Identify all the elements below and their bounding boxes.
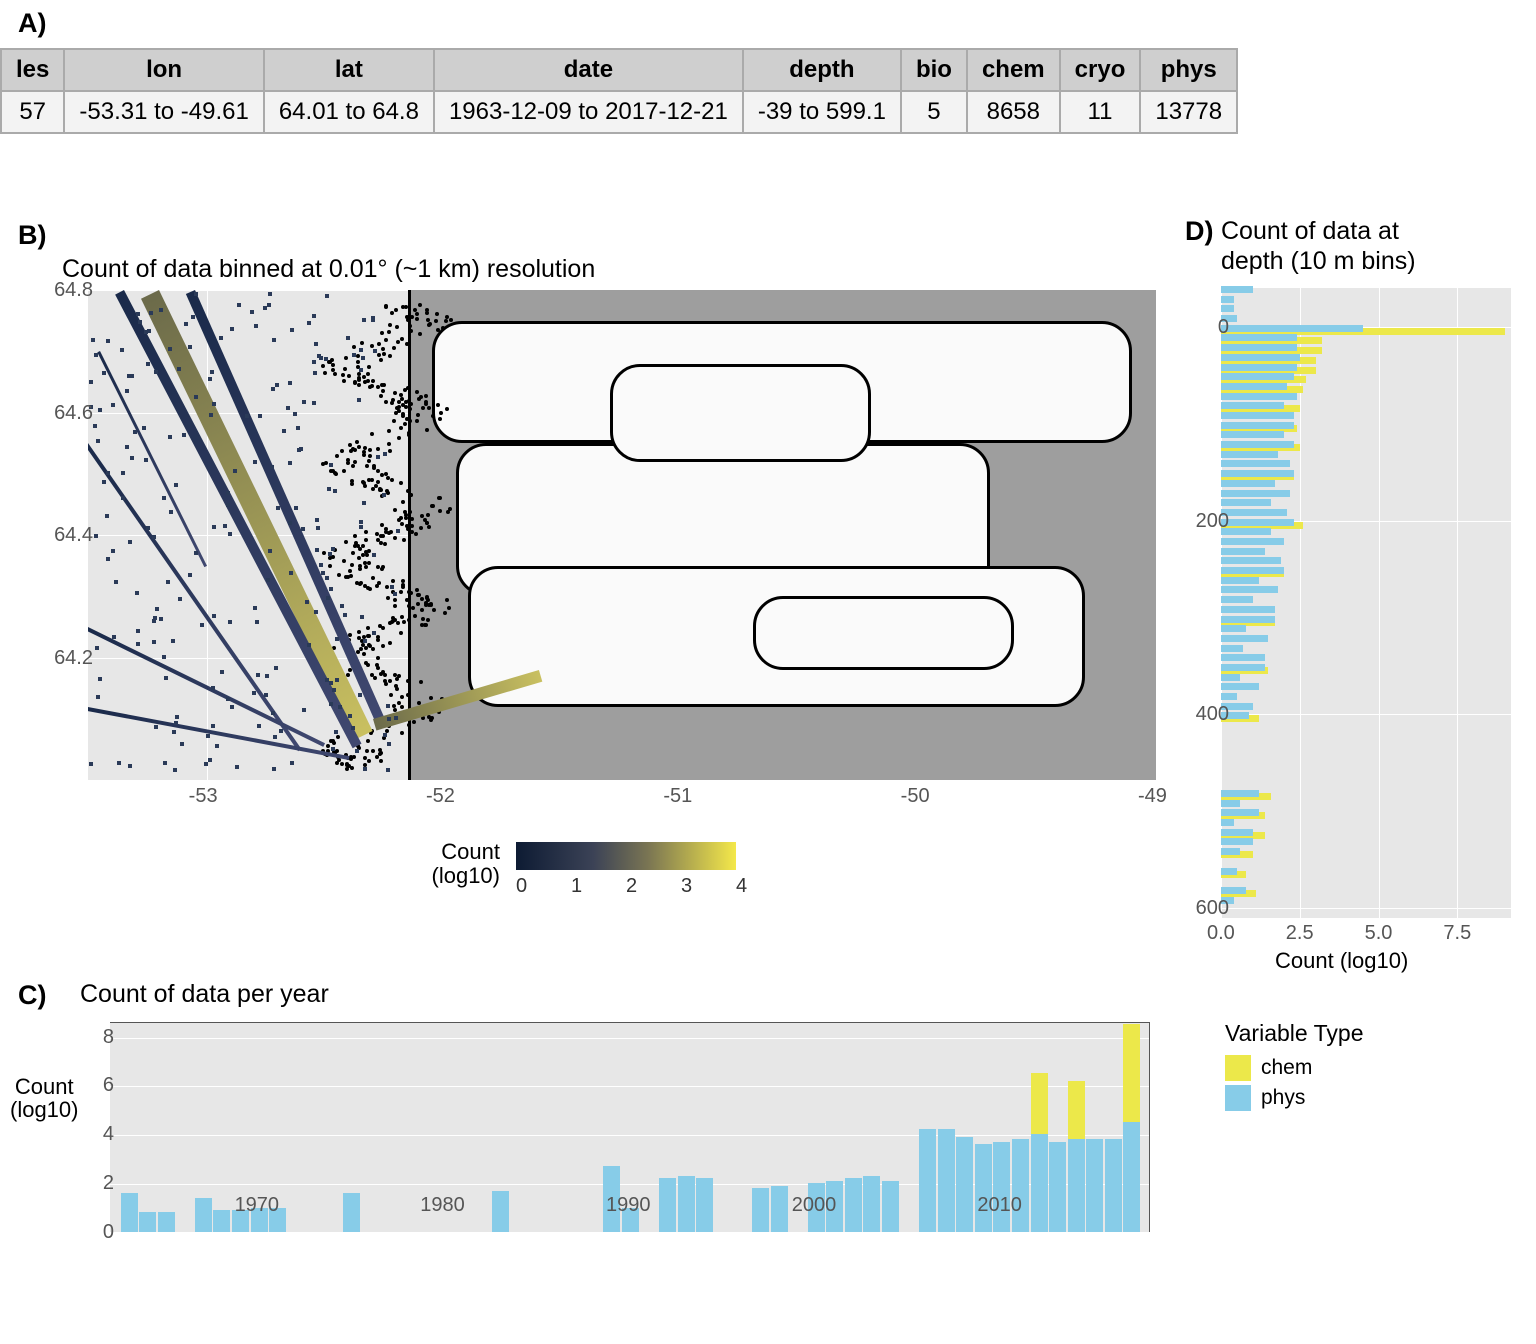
year-ytick: 6 bbox=[84, 1074, 114, 1097]
panel-d-label: D) bbox=[1185, 216, 1214, 247]
map-ytick: 64.2 bbox=[33, 647, 93, 670]
year-ytick: 0 bbox=[84, 1221, 114, 1244]
map-xtick: -52 bbox=[426, 785, 455, 808]
year-xtick: 1970 bbox=[235, 1194, 280, 1217]
year-xtick: 2010 bbox=[977, 1194, 1022, 1217]
cell-cryo: 11 bbox=[1060, 91, 1141, 133]
year-xtick: 2000 bbox=[792, 1194, 837, 1217]
depth-plot-area bbox=[1221, 288, 1511, 918]
legend-swatch bbox=[1225, 1085, 1251, 1111]
legend-item-chem: chem bbox=[1225, 1055, 1364, 1081]
depth-ytick: 600 bbox=[1184, 897, 1229, 920]
panel-c-label: C) bbox=[18, 980, 47, 1011]
map-ytick: 64.8 bbox=[33, 279, 93, 302]
colorbar-label-1: Count bbox=[441, 839, 500, 864]
year-xtick: 1980 bbox=[420, 1194, 465, 1217]
cell-lon: -53.31 to -49.61 bbox=[64, 91, 263, 133]
cell-date: 1963-12-09 to 2017-12-21 bbox=[434, 91, 743, 133]
variable-type-legend: Variable Type chem phys bbox=[1225, 1020, 1364, 1115]
depth-ytick: 400 bbox=[1184, 703, 1229, 726]
panel-d-title: Count of data at depth (10 m bins) bbox=[1221, 216, 1416, 276]
depth-ytick: 0 bbox=[1184, 316, 1229, 339]
year-ytick: 8 bbox=[84, 1026, 114, 1049]
map-xtick: -49 bbox=[1138, 785, 1167, 808]
cell-bio: 5 bbox=[901, 91, 967, 133]
col-chem: chem bbox=[967, 49, 1060, 91]
cell-chem: 8658 bbox=[967, 91, 1060, 133]
col-bio: bio bbox=[901, 49, 967, 91]
col-date: date bbox=[434, 49, 743, 91]
col-lon: lon bbox=[64, 49, 263, 91]
panel-b-title: Count of data binned at 0.01° (~1 km) re… bbox=[62, 255, 595, 284]
svg-text:3: 3 bbox=[681, 875, 692, 897]
legend-label: chem bbox=[1261, 1056, 1312, 1080]
svg-text:1: 1 bbox=[571, 875, 582, 897]
colorbar-legend: Count(log10) 0 1 2 3 4 bbox=[410, 840, 766, 900]
legend-item-phys: phys bbox=[1225, 1085, 1364, 1111]
year-ytick: 4 bbox=[84, 1123, 114, 1146]
depth-xtick: 2.5 bbox=[1286, 922, 1314, 945]
colorbar-label-2: (log10) bbox=[432, 863, 500, 888]
col-cryo: cryo bbox=[1060, 49, 1141, 91]
year-ytick: 2 bbox=[84, 1172, 114, 1195]
panel-b-label: B) bbox=[18, 220, 47, 251]
svg-text:2: 2 bbox=[626, 875, 637, 897]
svg-text:4: 4 bbox=[736, 875, 747, 897]
map-plot-area bbox=[88, 290, 1156, 780]
colorbar: 0 1 2 3 4 bbox=[506, 840, 766, 900]
svg-text:0: 0 bbox=[516, 875, 527, 897]
panel-c-ylabel: Count(log10) bbox=[10, 1075, 78, 1121]
map-xtick: -51 bbox=[663, 785, 692, 808]
map-xtick: -53 bbox=[189, 785, 218, 808]
panel-c-title: Count of data per year bbox=[80, 980, 329, 1009]
col-lat: lat bbox=[264, 49, 434, 91]
legend-swatch bbox=[1225, 1055, 1251, 1081]
cell-les: 57 bbox=[1, 91, 64, 133]
depth-xtick: 0.0 bbox=[1207, 922, 1235, 945]
map-ytick: 64.4 bbox=[33, 524, 93, 547]
panel-a-label: A) bbox=[18, 8, 47, 39]
legend-label: phys bbox=[1261, 1086, 1305, 1110]
col-les: les bbox=[1, 49, 64, 91]
year-xtick: 1990 bbox=[606, 1194, 651, 1217]
cell-depth: -39 to 599.1 bbox=[743, 91, 901, 133]
cell-lat: 64.01 to 64.8 bbox=[264, 91, 434, 133]
map-xtick: -50 bbox=[901, 785, 930, 808]
depth-xtick: 7.5 bbox=[1443, 922, 1471, 945]
legend-title: Variable Type bbox=[1225, 1020, 1364, 1047]
summary-table: leslonlatdatedepthbiochemcryophys 57-53.… bbox=[0, 48, 1238, 134]
cell-phys: 13778 bbox=[1140, 91, 1237, 133]
map-ytick: 64.6 bbox=[33, 402, 93, 425]
depth-xtick: 5.0 bbox=[1365, 922, 1393, 945]
col-phys: phys bbox=[1140, 49, 1237, 91]
col-depth: depth bbox=[743, 49, 901, 91]
panel-d-xlabel: Count (log10) bbox=[1275, 948, 1408, 974]
depth-ytick: 200 bbox=[1184, 510, 1229, 533]
